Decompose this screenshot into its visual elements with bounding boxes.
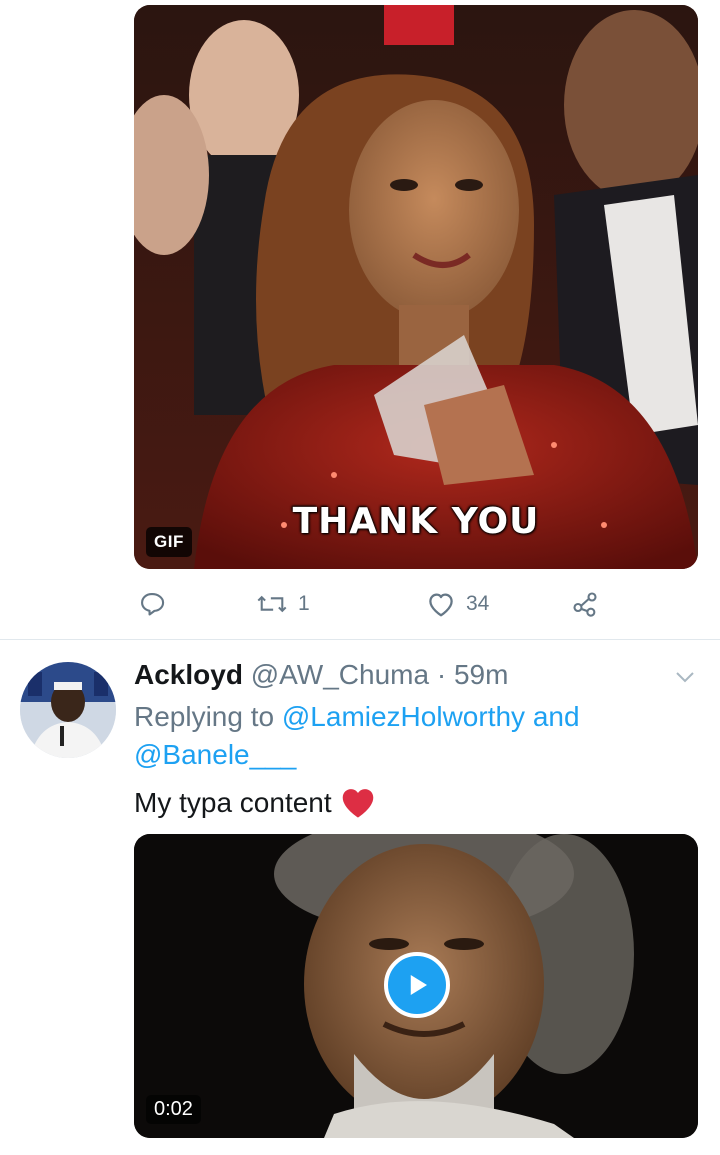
gif-image bbox=[134, 5, 698, 569]
reply-and[interactable]: and bbox=[533, 701, 580, 732]
like-count: 34 bbox=[466, 592, 490, 615]
reply-mention-1[interactable]: @LamiezHolworthy bbox=[282, 701, 525, 732]
replying-to: Replying to @LamiezHolworthy and @Banele… bbox=[134, 698, 674, 774]
play-button[interactable] bbox=[384, 952, 450, 1018]
avatar[interactable] bbox=[20, 662, 116, 758]
retweet-button[interactable]: 1 bbox=[256, 590, 310, 618]
reply-button[interactable] bbox=[138, 590, 166, 618]
tweet-time[interactable]: 59m bbox=[454, 659, 508, 690]
chevron-down-icon bbox=[676, 672, 694, 683]
gif-media[interactable]: THANK YOU GIF bbox=[134, 5, 698, 569]
tweet-divider bbox=[0, 639, 720, 640]
heart-icon bbox=[429, 593, 453, 617]
gif-badge: GIF bbox=[146, 527, 192, 557]
tweet-header: Ackloyd @AW_Chuma · 59m bbox=[134, 656, 508, 694]
author-handle[interactable]: @AW_Chuma bbox=[251, 659, 429, 690]
tweet-text: My typa content bbox=[134, 783, 376, 823]
video-media[interactable]: 0:02 bbox=[134, 834, 698, 1138]
share-icon bbox=[573, 592, 597, 617]
share-button[interactable] bbox=[570, 590, 600, 618]
tweet-menu-button[interactable] bbox=[670, 664, 700, 695]
gif-caption: THANK YOU bbox=[292, 501, 540, 542]
retweet-count: 1 bbox=[298, 592, 310, 615]
replying-prefix: Replying to bbox=[134, 701, 275, 732]
reply-icon bbox=[141, 593, 165, 616]
video-duration: 0:02 bbox=[146, 1095, 201, 1124]
heart-emoji-icon bbox=[342, 789, 373, 818]
play-icon bbox=[410, 975, 427, 995]
tweet-body: My typa content bbox=[134, 787, 332, 818]
avatar-image bbox=[20, 662, 116, 758]
retweet-icon bbox=[257, 595, 287, 613]
like-button[interactable]: 34 bbox=[426, 590, 489, 618]
author-name[interactable]: Ackloyd bbox=[134, 659, 243, 690]
tweet-actions: 1 34 bbox=[134, 590, 604, 622]
reply-mention-2[interactable]: @Banele___ bbox=[134, 739, 296, 770]
separator: · bbox=[436, 659, 447, 690]
